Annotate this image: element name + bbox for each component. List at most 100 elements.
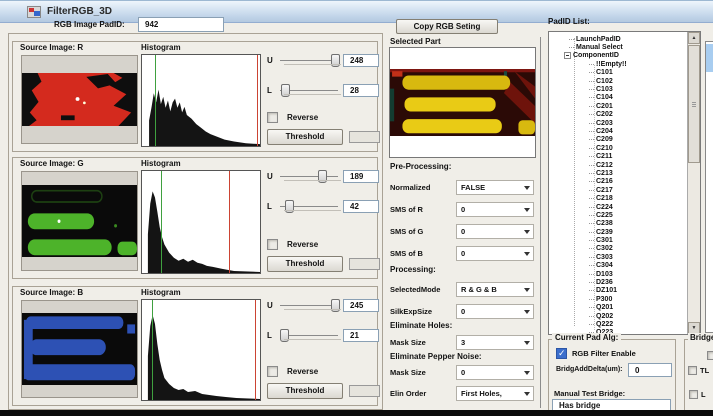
threshold-button[interactable]: Threshold bbox=[267, 383, 343, 399]
copy-rgb-setting-button[interactable]: Copy RGB Seting bbox=[396, 19, 498, 34]
reverse-checkbox[interactable] bbox=[267, 112, 278, 123]
lower-value-input[interactable] bbox=[343, 84, 379, 97]
tl-checkbox[interactable] bbox=[688, 366, 697, 375]
tree-item-c304[interactable]: C304 bbox=[549, 262, 686, 270]
tree-item-launchpadid[interactable]: LaunchPadID bbox=[549, 35, 686, 43]
tree-item-label: Q201 bbox=[596, 304, 613, 311]
bridge-tl-row: TL bbox=[688, 366, 709, 375]
lower-value-input[interactable] bbox=[343, 329, 379, 342]
tree-item-c212[interactable]: C212 bbox=[549, 161, 686, 169]
reverse-label: Reverse bbox=[287, 240, 318, 249]
tree-scrollbar[interactable]: ▲ ▼ bbox=[687, 32, 700, 334]
silk-exp-size-dropdown[interactable]: 0 bbox=[456, 304, 534, 319]
mask-size-pepper-dropdown[interactable]: 0 bbox=[456, 365, 534, 380]
bridge-delta-input[interactable] bbox=[628, 363, 672, 377]
reverse-checkbox[interactable] bbox=[267, 366, 278, 377]
tree-item-c204[interactable]: C204 bbox=[549, 127, 686, 135]
tree-item-c303[interactable]: C303 bbox=[549, 253, 686, 261]
tree-item-c101[interactable]: C101 bbox=[549, 69, 686, 77]
tree-item-q222[interactable]: Q222 bbox=[549, 320, 686, 328]
tree-item-c217[interactable]: C217 bbox=[549, 186, 686, 194]
upper-slider[interactable] bbox=[280, 299, 338, 313]
tree-item-c102[interactable]: C102 bbox=[549, 77, 686, 85]
upper-value-input[interactable] bbox=[343, 54, 379, 67]
tree-item-c103[interactable]: C103 bbox=[549, 85, 686, 93]
checkbox[interactable] bbox=[707, 351, 713, 360]
lower-slider-thumb[interactable] bbox=[281, 84, 290, 97]
mask-size-holes-row: Mask Size 3 bbox=[390, 335, 536, 351]
tree-connector bbox=[589, 148, 594, 149]
tree-item-c201[interactable]: C201 bbox=[549, 102, 686, 110]
tree-item-d236[interactable]: D236 bbox=[549, 278, 686, 286]
pad-id-input[interactable] bbox=[138, 17, 224, 32]
normalized-label: Normalized bbox=[390, 183, 430, 192]
tree-item-dz101[interactable]: DZ101 bbox=[549, 287, 686, 295]
scrollbar-thumb[interactable] bbox=[688, 45, 700, 163]
threshold-result-box bbox=[349, 258, 380, 270]
threshold-button[interactable]: Threshold bbox=[267, 256, 343, 272]
scroll-up-icon[interactable]: ▲ bbox=[688, 32, 700, 44]
tree-item-c213[interactable]: C213 bbox=[549, 169, 686, 177]
upper-value-input[interactable] bbox=[343, 170, 379, 183]
lower-slider-thumb[interactable] bbox=[285, 200, 294, 213]
upper-slider-thumb[interactable] bbox=[331, 54, 340, 67]
tree-item-c210[interactable]: C210 bbox=[549, 144, 686, 152]
lower-slider[interactable] bbox=[280, 329, 338, 343]
rgb-filter-enable-checkbox[interactable] bbox=[556, 348, 567, 359]
tree-item-label: C216 bbox=[596, 178, 613, 185]
sms-g-dropdown[interactable]: 0 bbox=[456, 224, 534, 239]
reverse-checkbox[interactable] bbox=[267, 239, 278, 250]
lower-slider-thumb[interactable] bbox=[280, 329, 289, 342]
tree-item-c209[interactable]: C209 bbox=[549, 136, 686, 144]
tree-item-p300[interactable]: P300 bbox=[549, 295, 686, 303]
tree-item-label: C103 bbox=[596, 86, 613, 93]
tree-item-c104[interactable]: C104 bbox=[549, 94, 686, 102]
tree-item-c302[interactable]: C302 bbox=[549, 245, 686, 253]
tree-item-c238[interactable]: C238 bbox=[549, 220, 686, 228]
upper-slider[interactable] bbox=[280, 54, 338, 68]
lower-slider-label: L bbox=[267, 331, 280, 340]
tree-item-c211[interactable]: C211 bbox=[549, 152, 686, 160]
tree-item-q201[interactable]: Q201 bbox=[549, 304, 686, 312]
tree-connector bbox=[589, 89, 594, 90]
tree-item-c301[interactable]: C301 bbox=[549, 236, 686, 244]
tree-connector bbox=[589, 299, 594, 300]
tree-item-c203[interactable]: C203 bbox=[549, 119, 686, 127]
bridge-group-title: Bridge bbox=[688, 333, 713, 342]
threshold-button[interactable]: Threshold bbox=[267, 129, 343, 145]
tree-item-c218[interactable]: C218 bbox=[549, 194, 686, 202]
tree-item-manual-select[interactable]: Manual Select bbox=[549, 43, 686, 51]
tree-item-c239[interactable]: C239 bbox=[549, 228, 686, 236]
tree-item-d103[interactable]: D103 bbox=[549, 270, 686, 278]
sms-r-dropdown[interactable]: 0 bbox=[456, 202, 534, 217]
tree-item-label: C225 bbox=[596, 212, 613, 219]
upper-slider-thumb[interactable] bbox=[318, 170, 327, 183]
lower-value-input[interactable] bbox=[343, 200, 379, 213]
tree-connector bbox=[589, 72, 594, 73]
l-checkbox[interactable] bbox=[689, 390, 698, 399]
elin-order-dropdown[interactable]: First Holes, bbox=[456, 386, 534, 401]
tree-item-c224[interactable]: C224 bbox=[549, 203, 686, 211]
tree-item-c216[interactable]: C216 bbox=[549, 178, 686, 186]
tree-item-empty[interactable]: !!Empty!! bbox=[549, 60, 686, 68]
normalized-dropdown[interactable]: FALSE bbox=[456, 180, 534, 195]
collapse-expander-icon[interactable] bbox=[564, 52, 571, 59]
tree-item-label: ComponentID bbox=[573, 52, 619, 59]
bridge-checkbox-clipped[interactable] bbox=[707, 351, 713, 360]
tree-item-q202[interactable]: Q202 bbox=[549, 312, 686, 320]
tree-item-c202[interactable]: C202 bbox=[549, 111, 686, 119]
upper-slider-thumb[interactable] bbox=[331, 299, 340, 312]
upper-slider-label: U bbox=[267, 56, 280, 65]
preprocessing-heading: Pre-Processing: bbox=[390, 162, 451, 171]
tree-item-componentid[interactable]: ComponentID bbox=[549, 52, 686, 60]
upper-value-input[interactable] bbox=[343, 299, 379, 312]
reverse-label: Reverse bbox=[287, 113, 318, 122]
chevron-down-icon bbox=[524, 230, 530, 234]
upper-slider[interactable] bbox=[280, 170, 338, 184]
tree-item-c225[interactable]: C225 bbox=[549, 211, 686, 219]
lower-slider[interactable] bbox=[280, 84, 338, 98]
lower-slider[interactable] bbox=[280, 200, 338, 214]
mask-size-holes-dropdown[interactable]: 3 bbox=[456, 335, 534, 350]
sms-b-dropdown[interactable]: 0 bbox=[456, 246, 534, 261]
selected-mode-dropdown[interactable]: R & G & B bbox=[456, 282, 534, 297]
